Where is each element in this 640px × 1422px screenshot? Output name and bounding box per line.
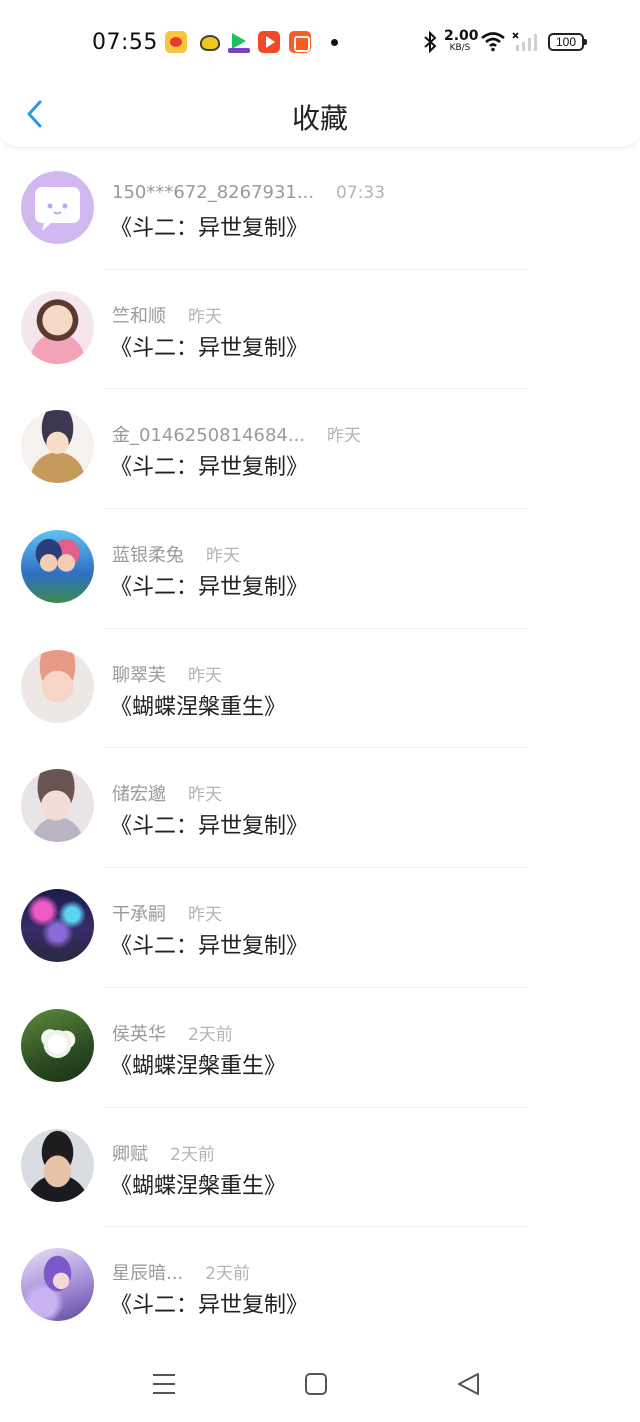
bluetooth-icon (423, 30, 437, 58)
network-speed-value: 2.00 (444, 28, 479, 44)
item-time: 昨天 (206, 546, 240, 567)
white-flower-avatar (21, 1008, 94, 1082)
list-item[interactable]: 150***672_8267931... 07:33 《斗二：异世复制》 (0, 150, 640, 270)
girl-selfie-avatar (21, 649, 94, 723)
page-header: 收藏 (0, 86, 640, 148)
network-speed-unit: KB/S (449, 43, 471, 53)
item-user-name: 聊翠芙 昨天 (112, 661, 222, 687)
item-user-name-text: 储宏邈 (112, 784, 166, 806)
list-item[interactable]: 储宏邈 昨天 《斗二：异世复制》 (0, 748, 640, 869)
list-item[interactable]: 卿赋 2天前 《蝴蝶涅槃重生》 (0, 1108, 640, 1228)
item-user-name: 干承嗣 昨天 (112, 900, 222, 926)
item-user-name-text: 星辰暗... (112, 1263, 184, 1285)
list-item[interactable]: 干承嗣 昨天 《斗二：异世复制》 (0, 868, 640, 988)
item-user-name: 竺和顺 昨天 (112, 302, 222, 328)
girl-photo-avatar (21, 290, 94, 364)
item-user-name: 侯英华 2天前 (112, 1020, 233, 1046)
status-time: 07:55 (92, 30, 158, 55)
item-user-name: 金_0146250814684... 昨天 (112, 421, 361, 447)
list-item[interactable]: 蓝银柔兔 昨天 《斗二：异世复制》 (0, 509, 640, 629)
item-content: 《斗二：异世复制》 (110, 335, 309, 361)
bee-app-icon (197, 31, 220, 53)
item-user-name-text: 侯英华 (112, 1023, 166, 1045)
video-app-icon (258, 31, 280, 53)
item-user-name: 储宏邈 昨天 (112, 780, 222, 806)
item-user-name-text: 金_0146250814684... (112, 425, 306, 447)
item-user-name: 150***672_8267931... 07:33 (112, 182, 385, 203)
kuaishou-icon (289, 31, 311, 53)
item-content: 《蝴蝶涅槃重生》 (110, 694, 287, 720)
girl-filter-avatar (21, 769, 94, 843)
item-time: 2天前 (170, 1144, 215, 1165)
system-nav-bar (0, 1352, 640, 1422)
item-time: 昨天 (188, 306, 222, 327)
item-time: 昨天 (327, 426, 362, 447)
item-user-name-text: 蓝银柔兔 (112, 545, 184, 567)
more-notifications-dot (331, 39, 338, 46)
item-user-name-text: 聊翠芙 (112, 664, 166, 686)
home-icon[interactable] (301, 1370, 331, 1398)
boy-photo-avatar (21, 1128, 94, 1202)
signal-icon (512, 32, 540, 52)
network-speed: 2.00 KB/S (444, 28, 479, 53)
menu-icon[interactable] (149, 1370, 179, 1398)
list-item[interactable]: 金_0146250814684... 昨天 《斗二：异世复制》 (0, 389, 640, 510)
item-user-name: 卿赋 2天前 (112, 1140, 215, 1166)
list-item[interactable]: 侯英华 2天前 《蝴蝶涅槃重生》 (0, 988, 640, 1108)
item-content: 《斗二：异世复制》 (110, 216, 309, 241)
night-lights-avatar (21, 889, 94, 963)
list-item[interactable]: 聊翠芙 昨天 《蝴蝶涅槃重生》 (0, 629, 640, 749)
item-time: 昨天 (188, 665, 222, 686)
weibo-icon (165, 31, 187, 53)
battery-indicator: 100 (548, 33, 587, 51)
item-user-name: 蓝银柔兔 昨天 (112, 541, 240, 567)
status-bar: 07:55 2.00 KB/S 100 (0, 0, 640, 86)
item-content: 《蝴蝶涅槃重生》 (110, 1173, 287, 1199)
item-content: 《斗二：异世复制》 (110, 575, 309, 601)
item-time: 昨天 (188, 785, 222, 806)
back-triangle-icon[interactable] (454, 1370, 484, 1398)
item-time: 2天前 (188, 1024, 233, 1045)
page-title: 收藏 (291, 102, 348, 135)
anime-character-avatar (21, 410, 94, 484)
iqiyi-icon (228, 31, 250, 53)
chat-bubble-avatar (21, 171, 94, 244)
item-content: 《斗二：异世复制》 (110, 1293, 309, 1319)
favorites-list: 150***672_8267931... 07:33 《斗二：异世复制》 竺和顺昨… (0, 150, 640, 1347)
item-content: 《斗二：异世复制》 (110, 814, 309, 840)
list-item[interactable]: 竺和顺 昨天 《斗二：异世复制》 (0, 270, 640, 390)
item-content: 《斗二：异世复制》 (110, 455, 309, 481)
item-time: 07:33 (336, 183, 386, 203)
anime-couple-avatar (21, 530, 94, 604)
item-content: 《蝴蝶涅槃重生》 (110, 1053, 287, 1079)
fantasy-art-avatar (21, 1248, 94, 1322)
item-user-name-text: 干承嗣 (112, 904, 166, 926)
list-item[interactable]: 星辰暗... 2天前 《斗二：异世复制》 (0, 1227, 640, 1347)
item-content: 《斗二：异世复制》 (110, 934, 309, 960)
wifi-icon (480, 30, 506, 52)
item-user-name-text: 150***672_8267931... (112, 182, 315, 203)
item-user-name-text: 竺和顺 (112, 305, 166, 327)
item-user-name-text: 卿赋 (112, 1143, 148, 1165)
item-time: 2天前 (205, 1264, 250, 1285)
item-user-name: 星辰暗... 2天前 (112, 1259, 250, 1285)
item-time: 昨天 (188, 905, 222, 926)
